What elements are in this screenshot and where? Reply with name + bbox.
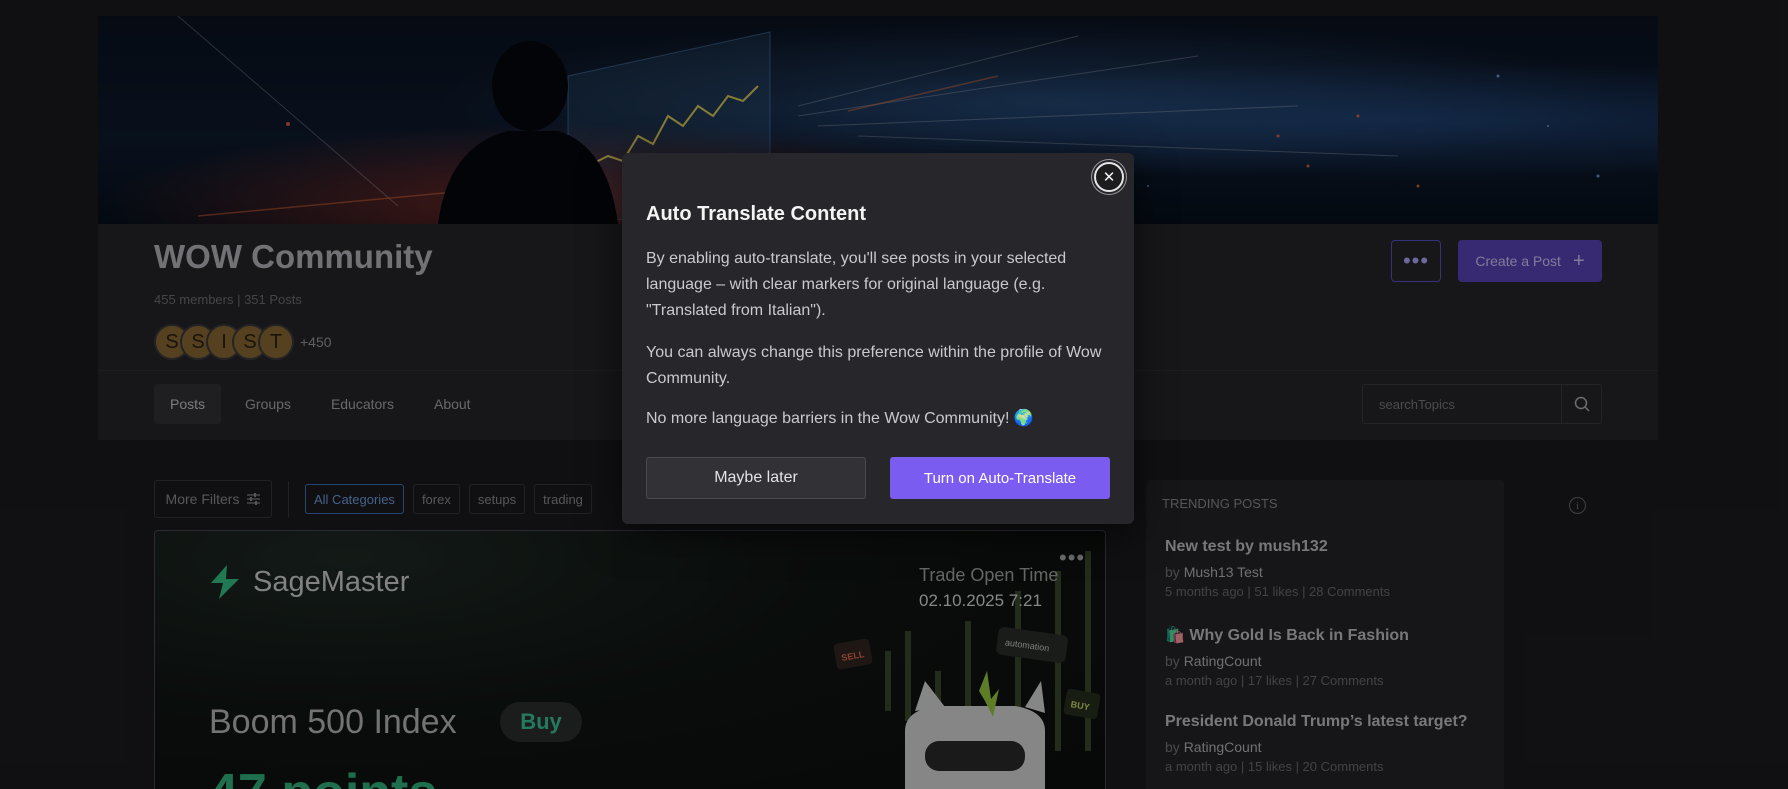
auto-translate-dialog: ✕ Auto Translate Content By enabling aut… bbox=[622, 153, 1134, 524]
dialog-title: Auto Translate Content bbox=[646, 203, 867, 225]
turn-on-auto-translate-button[interactable]: Turn on Auto-Translate bbox=[890, 457, 1110, 499]
dialog-tagline: No more language barriers in the Wow Com… bbox=[646, 410, 1034, 427]
close-button[interactable]: ✕ bbox=[1094, 162, 1124, 192]
maybe-later-button[interactable]: Maybe later bbox=[646, 457, 866, 499]
dialog-description: By enabling auto-translate, you'll see p… bbox=[646, 250, 1067, 319]
dialog-preference-note: You can always change this preference wi… bbox=[646, 344, 1102, 387]
close-icon: ✕ bbox=[1102, 169, 1116, 186]
